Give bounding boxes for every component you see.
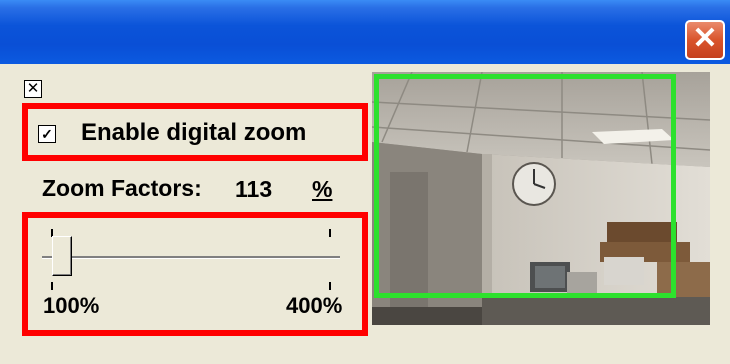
zoom-region-frame[interactable] [374,74,676,298]
zoom-slider-thumb[interactable] [52,236,72,276]
zoom-slider-track[interactable] [42,256,340,259]
slider-max-label: 400% [286,293,343,318]
close-icon: ✕ [692,22,718,55]
enable-digital-zoom-checkbox[interactable]: ✓ [38,125,56,143]
close-button[interactable]: ✕ [685,20,725,60]
close-box-icon[interactable]: ✕ [24,80,42,98]
enable-digital-zoom-label[interactable]: Enable digital zoom [81,119,306,147]
slider-tick-min-bottom [51,282,53,290]
slider-tick-max-bottom [329,282,331,290]
slider-tick-max [329,229,331,237]
zoom-factor-unit: % [312,176,333,202]
zoom-factor-value: 113 [235,176,273,202]
title-bar: ✕ [0,0,730,64]
zoom-factors-label: Zoom Factors: [42,175,202,201]
checkmark-icon: ✓ [41,126,53,142]
slider-min-label: 100% [43,293,100,318]
